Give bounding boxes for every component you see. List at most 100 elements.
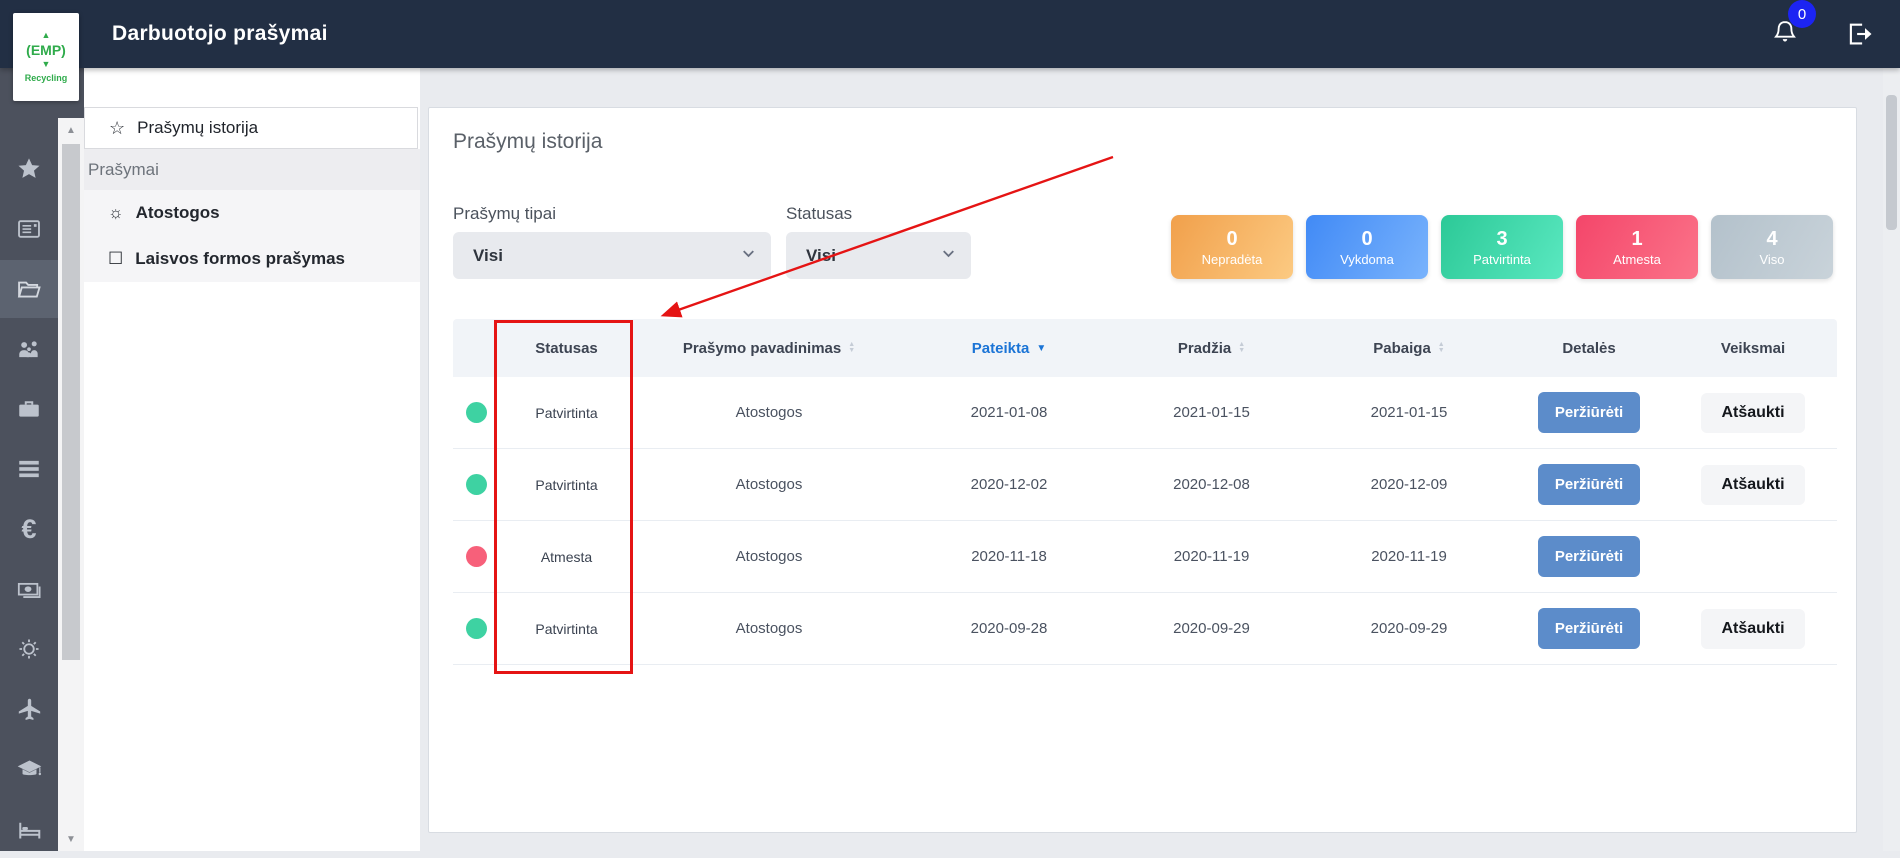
scroll-down-icon[interactable]: ▼ bbox=[58, 834, 84, 845]
header-name[interactable]: Prašymo pavadinimas ▲▼ bbox=[634, 340, 904, 357]
sidebar-item-list[interactable] bbox=[0, 440, 58, 498]
star-icon bbox=[16, 156, 42, 182]
cell-end: 2021-01-15 bbox=[1309, 404, 1509, 421]
notification-count-badge: 0 bbox=[1788, 0, 1816, 28]
header-end[interactable]: Pabaiga ▲▼ bbox=[1309, 340, 1509, 357]
sidebar-item-folder[interactable] bbox=[0, 260, 58, 318]
status-summary-badges: 0 Nepradėta 0 Vykdoma 3 Patvirtinta 1 At… bbox=[1171, 215, 1833, 279]
sidebar-item-card[interactable] bbox=[0, 200, 58, 258]
sidebar-item-star[interactable] bbox=[0, 140, 58, 198]
cell-name: Atostogos bbox=[634, 548, 904, 565]
euro-icon: € bbox=[21, 516, 36, 543]
sort-icon[interactable]: ▲▼ bbox=[1438, 342, 1445, 355]
header-details: Detalės bbox=[1509, 340, 1669, 357]
sidebar-item-bed[interactable] bbox=[0, 800, 58, 858]
annotation-rectangle bbox=[494, 320, 633, 674]
cell-end: 2020-09-29 bbox=[1309, 620, 1509, 637]
page-scrollbar[interactable] bbox=[1883, 68, 1900, 851]
badge-count: 4 bbox=[1766, 228, 1777, 250]
list-icon bbox=[16, 456, 42, 482]
logout-button[interactable] bbox=[1842, 19, 1876, 49]
cell-name: Atostogos bbox=[634, 404, 904, 421]
menu-item-atostogos[interactable]: ☼ Atostogos bbox=[84, 190, 420, 236]
sort-desc-icon[interactable]: ▼ bbox=[1036, 343, 1046, 354]
top-bar: Darbuotojo prašymai 0 bbox=[0, 0, 1900, 68]
sort-icon[interactable]: ▲▼ bbox=[1238, 342, 1245, 355]
cell-name: Atostogos bbox=[634, 620, 904, 637]
cell-submitted: 2020-11-18 bbox=[904, 548, 1114, 565]
cell-end: 2020-11-19 bbox=[1309, 548, 1509, 565]
badge-label: Nepradėta bbox=[1202, 252, 1263, 267]
status-dot bbox=[466, 402, 487, 423]
banknote-icon bbox=[16, 576, 43, 603]
menu-panel: ☆ Prašymų istorija Prašymai ☼ Atostogos … bbox=[84, 68, 420, 851]
header-start[interactable]: Pradžia ▲▼ bbox=[1114, 340, 1309, 357]
table-row: Patvirtinta Atostogos 2021-01-08 2021-01… bbox=[453, 377, 1837, 449]
graduation-cap-icon bbox=[16, 756, 43, 783]
cancel-button[interactable]: Atšaukti bbox=[1701, 609, 1804, 649]
header-actions: Veiksmai bbox=[1669, 340, 1837, 357]
table-row: Patvirtinta Atostogos 2020-09-28 2020-09… bbox=[453, 593, 1837, 665]
logo-text: (EMP) bbox=[26, 43, 66, 57]
table-row: Atmesta Atostogos 2020-11-18 2020-11-19 … bbox=[453, 521, 1837, 593]
sidebar-item-sun[interactable] bbox=[0, 620, 58, 678]
badge-vykdoma[interactable]: 0 Vykdoma bbox=[1306, 215, 1428, 279]
cell-submitted: 2020-12-02 bbox=[904, 476, 1114, 493]
logo-subtext: Recycling bbox=[25, 74, 68, 83]
cell-start: 2021-01-15 bbox=[1114, 404, 1309, 421]
cancel-button[interactable]: Atšaukti bbox=[1701, 465, 1804, 505]
notifications-button[interactable]: 0 bbox=[1770, 17, 1800, 51]
menu-scrollbar[interactable]: ▲ ▼ bbox=[58, 68, 84, 851]
badge-count: 3 bbox=[1496, 228, 1507, 250]
menu-scrollbar-thumb[interactable] bbox=[62, 144, 80, 660]
select-value: Visi bbox=[473, 246, 503, 266]
sidebar-item-people[interactable] bbox=[0, 320, 58, 378]
people-icon bbox=[16, 336, 42, 362]
sidebar-item-plane[interactable] bbox=[0, 680, 58, 738]
sidebar-item-briefcase[interactable] bbox=[0, 380, 58, 438]
plane-icon bbox=[16, 696, 43, 723]
bell-icon bbox=[1770, 36, 1800, 53]
sun-icon bbox=[16, 636, 42, 662]
cell-end: 2020-12-09 bbox=[1309, 476, 1509, 493]
cell-submitted: 2020-09-28 bbox=[904, 620, 1114, 637]
badge-atmesta[interactable]: 1 Atmesta bbox=[1576, 215, 1698, 279]
cancel-button[interactable]: Atšaukti bbox=[1701, 393, 1804, 433]
badge-label: Atmesta bbox=[1613, 252, 1661, 267]
badge-count: 1 bbox=[1631, 228, 1642, 250]
scroll-up-icon[interactable]: ▲ bbox=[58, 125, 84, 136]
star-outline-icon: ☆ bbox=[109, 118, 125, 139]
badge-label: Patvirtinta bbox=[1473, 252, 1531, 267]
cell-start: 2020-09-29 bbox=[1114, 620, 1309, 637]
header-submitted[interactable]: Pateikta ▼ bbox=[904, 340, 1114, 357]
cell-submitted: 2021-01-08 bbox=[904, 404, 1114, 421]
briefcase-icon bbox=[16, 396, 42, 422]
view-button[interactable]: Peržiūrėti bbox=[1538, 464, 1640, 505]
cell-start: 2020-12-08 bbox=[1114, 476, 1309, 493]
page-scrollbar-thumb[interactable] bbox=[1886, 95, 1897, 230]
menu-item-laisvos-formos[interactable]: ☐ Laisvos formos prašymas bbox=[84, 236, 420, 282]
card-icon bbox=[16, 216, 42, 242]
menu-item-history[interactable]: ☆ Prašymų istorija bbox=[84, 107, 418, 149]
page-title: Prašymų istorija bbox=[453, 130, 602, 154]
badge-viso[interactable]: 4 Viso bbox=[1711, 215, 1833, 279]
badge-label: Viso bbox=[1759, 252, 1784, 267]
sidebar-item-banknote[interactable] bbox=[0, 560, 58, 618]
logout-icon bbox=[1842, 36, 1876, 53]
badge-nepradeta[interactable]: 0 Nepradėta bbox=[1171, 215, 1293, 279]
annotation-arrow bbox=[630, 140, 1130, 335]
menu-item-label: Laisvos formos prašymas bbox=[135, 249, 345, 269]
checkbox-icon: ☐ bbox=[108, 249, 123, 269]
badge-patvirtinta[interactable]: 3 Patvirtinta bbox=[1441, 215, 1563, 279]
view-button[interactable]: Peržiūrėti bbox=[1538, 536, 1640, 577]
sidebar-item-graduation-cap[interactable] bbox=[0, 740, 58, 798]
bed-icon bbox=[16, 816, 43, 843]
sort-icon[interactable]: ▲▼ bbox=[848, 342, 855, 355]
badge-label: Vykdoma bbox=[1340, 252, 1394, 267]
filter-type-label: Prašymų tipai bbox=[453, 204, 556, 224]
view-button[interactable]: Peržiūrėti bbox=[1538, 392, 1640, 433]
company-logo[interactable]: ▲ (EMP) ▼ Recycling bbox=[13, 13, 79, 101]
status-dot bbox=[466, 546, 487, 567]
sidebar-item-euro[interactable]: € bbox=[0, 500, 58, 558]
view-button[interactable]: Peržiūrėti bbox=[1538, 608, 1640, 649]
